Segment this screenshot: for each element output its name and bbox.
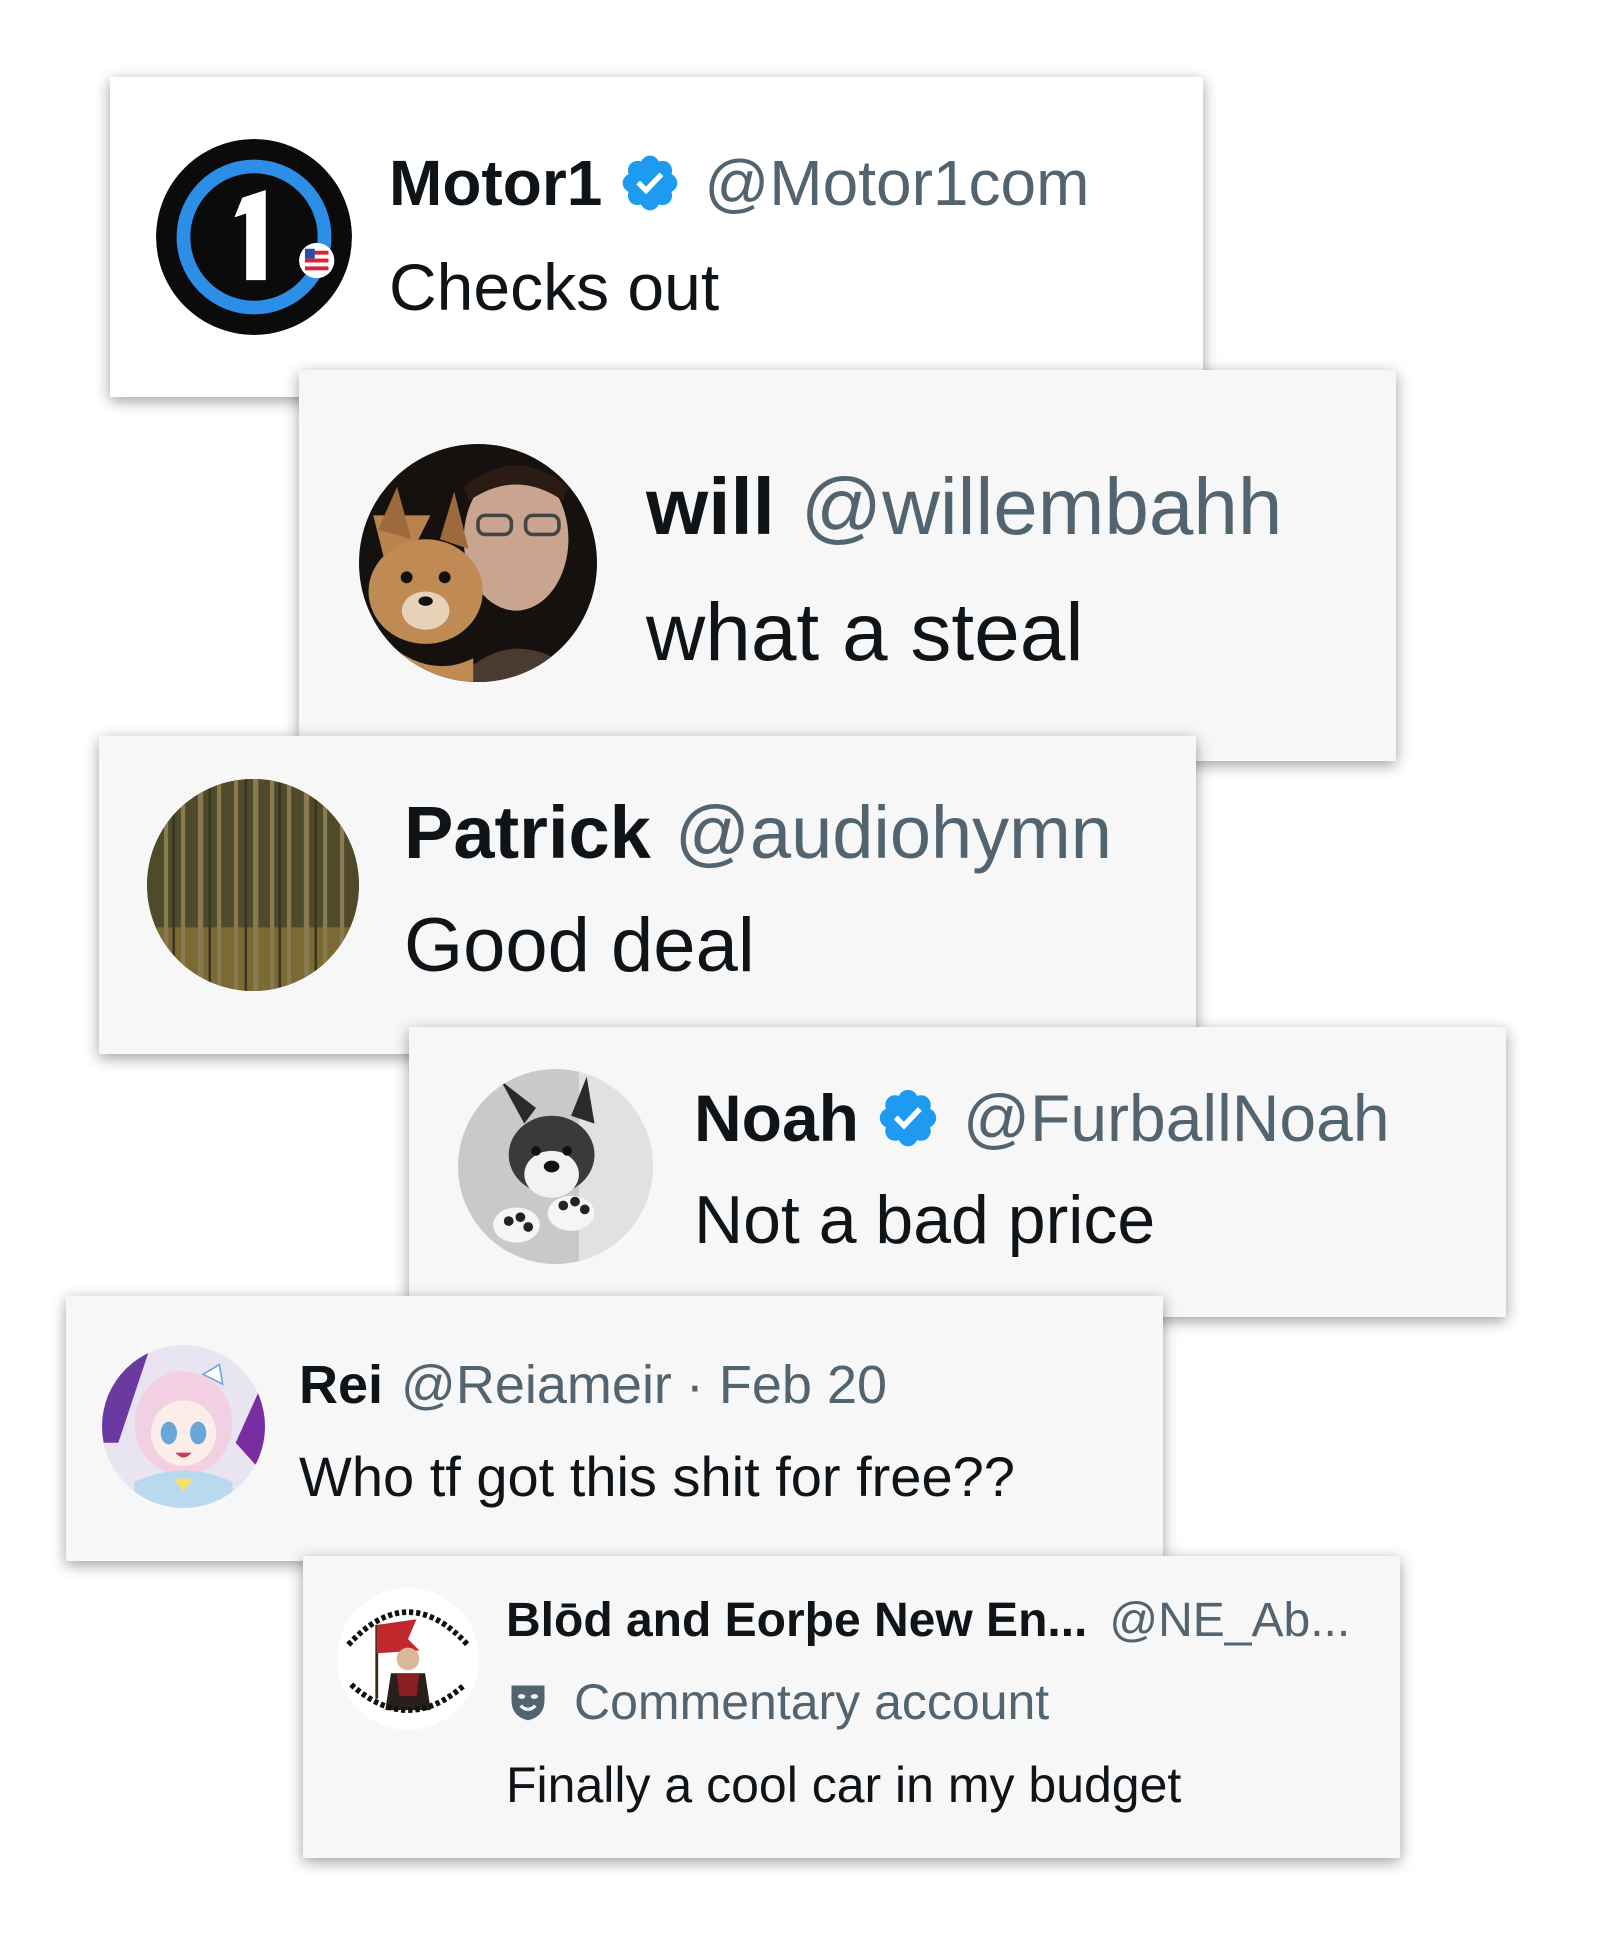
author-name[interactable]: Noah [694, 1080, 859, 1156]
reply-card-patrick[interactable]: Patrick @audiohymn Good deal [99, 736, 1196, 1054]
author-handle[interactable]: @NE_Ab... [1109, 1593, 1350, 1648]
motor1-avatar[interactable] [156, 139, 352, 335]
dog-and-man-photo-icon [359, 444, 597, 682]
reply-card-noah[interactable]: Noah @FurballNoah Not a bad price [409, 1027, 1506, 1317]
author-name[interactable]: will [646, 461, 775, 553]
verified-badge-icon [875, 1085, 941, 1151]
post-date[interactable]: · Feb 20 [686, 1354, 887, 1416]
motor1-logo-icon [156, 139, 352, 335]
reply-text: what a steal [646, 587, 1084, 678]
patrick-avatar[interactable] [147, 779, 359, 991]
author-name[interactable]: Rei [299, 1354, 383, 1416]
author-handle[interactable]: @willembahh [801, 461, 1282, 553]
author-handle[interactable]: @FurballNoah [963, 1080, 1390, 1156]
fursuit-photo-icon [458, 1069, 653, 1264]
commentary-mask-icon [506, 1680, 550, 1724]
reply-card-blod-and-eorpe[interactable]: Blōd and Eorþe New En... @NE_Ab... Comme… [303, 1556, 1400, 1858]
reply-card-will[interactable]: will @willembahh what a steal [299, 370, 1396, 761]
account-label[interactable]: Commentary account [574, 1673, 1049, 1731]
will-avatar[interactable] [359, 444, 597, 682]
reply-card-rei[interactable]: Rei @Reiameir · Feb 20 Who tf got this s… [66, 1296, 1163, 1561]
author-name[interactable]: Motor1 [389, 146, 602, 220]
author-name[interactable]: Blōd and Eorþe New En... [506, 1593, 1087, 1648]
author-name[interactable]: Patrick [404, 790, 651, 875]
rei-avatar[interactable] [102, 1345, 265, 1508]
flag-bearer-badge-icon [337, 1588, 479, 1730]
author-handle[interactable]: @Motor1com [704, 146, 1089, 220]
reply-text: Good deal [404, 903, 755, 988]
author-handle[interactable]: @Reiameir [401, 1354, 672, 1416]
anime-avatar-icon [102, 1345, 265, 1508]
reply-text: Finally a cool car in my budget [506, 1757, 1182, 1813]
reply-text: Checks out [389, 250, 720, 324]
reply-text: Who tf got this shit for free?? [299, 1445, 1015, 1508]
blod-avatar[interactable] [337, 1588, 479, 1730]
reply-text: Not a bad price [694, 1182, 1156, 1258]
verified-badge-icon [618, 151, 682, 215]
author-handle[interactable]: @audiohymn [675, 790, 1112, 875]
reply-card-motor1[interactable]: Motor1 @Motor1com Checks out [110, 77, 1203, 397]
forest-painting-icon [147, 779, 359, 991]
noah-avatar[interactable] [458, 1069, 653, 1264]
